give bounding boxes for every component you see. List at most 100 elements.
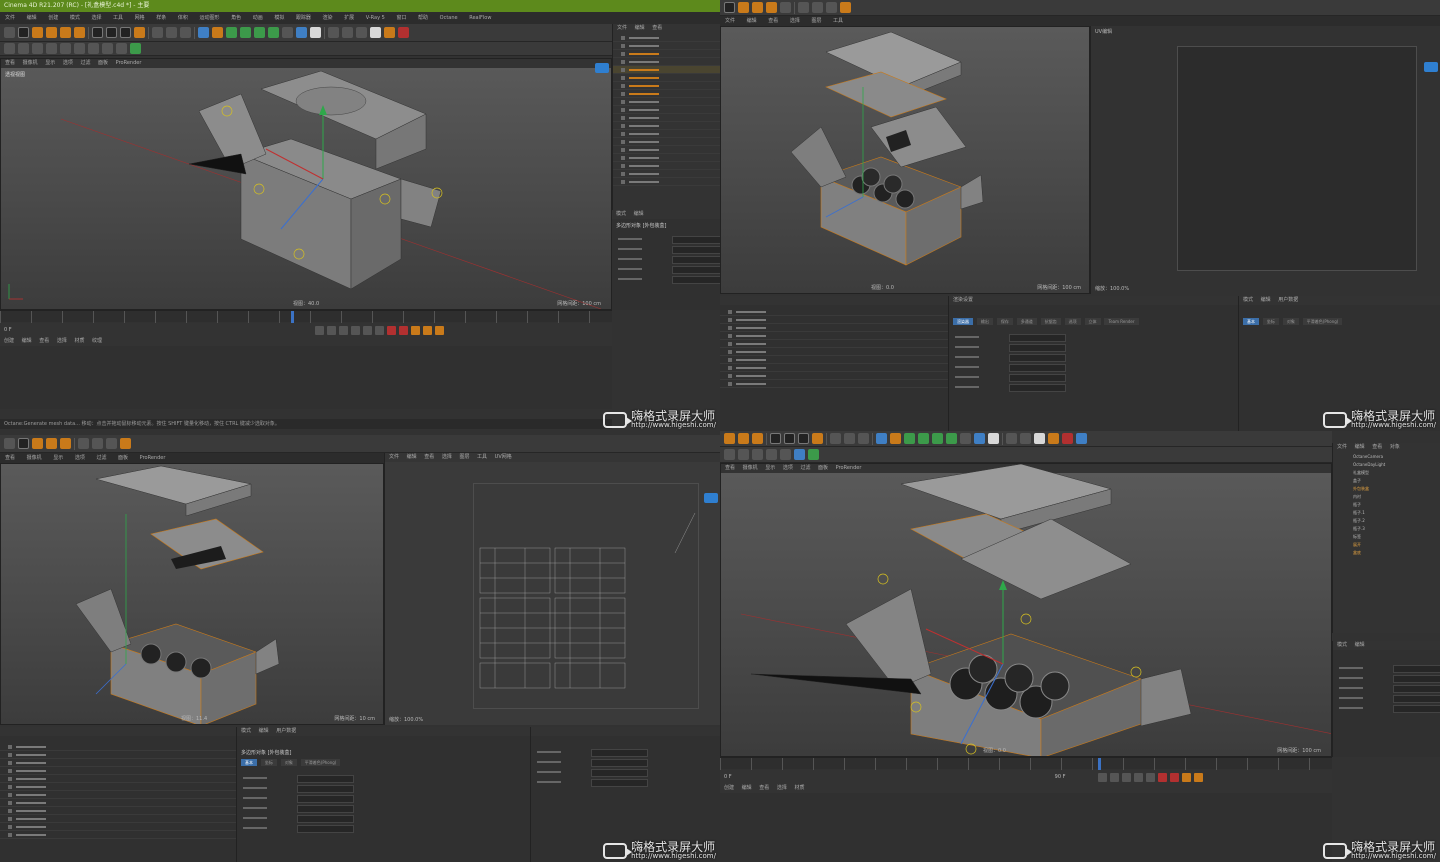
object-row[interactable] bbox=[613, 170, 720, 178]
end-frame-field[interactable]: 90 F bbox=[1055, 774, 1066, 780]
om-menu-item[interactable]: 文件 bbox=[617, 25, 627, 31]
am-menu-item[interactable]: 编辑 bbox=[259, 728, 269, 734]
layer-row[interactable] bbox=[720, 348, 948, 356]
cube-icon[interactable] bbox=[198, 27, 209, 38]
menu-item[interactable]: 体积 bbox=[178, 15, 188, 21]
menu-item[interactable]: 渲染 bbox=[323, 15, 333, 21]
menu-item[interactable]: Octane bbox=[440, 15, 458, 21]
key-rotation-icon[interactable] bbox=[1194, 772, 1204, 782]
mat-menu-item[interactable]: 创建 bbox=[4, 338, 14, 344]
perspective-viewport[interactable]: 查看 摄像机 显示 选项 过滤 面板 ProRender 视图：0.0 网格间距… bbox=[720, 463, 1332, 757]
render-setting-row[interactable] bbox=[949, 353, 1238, 362]
object-row[interactable]: 盒底 bbox=[1353, 549, 1440, 557]
octane-material-icon[interactable] bbox=[342, 27, 353, 38]
octane-sun-icon[interactable] bbox=[384, 27, 395, 38]
octane-live-viewer-icon[interactable] bbox=[328, 27, 339, 38]
coordinate-row[interactable] bbox=[531, 748, 720, 757]
layer-row[interactable] bbox=[720, 332, 948, 340]
object-row[interactable]: 瓶子.2 bbox=[1353, 517, 1440, 525]
viewport-menu-item[interactable]: 显示 bbox=[53, 455, 63, 461]
octane-render-icon[interactable] bbox=[398, 27, 409, 38]
octane-sun-icon[interactable] bbox=[1048, 433, 1059, 444]
edges-mode-icon[interactable] bbox=[812, 2, 823, 13]
subdivision-icon[interactable] bbox=[226, 27, 237, 38]
scale-icon[interactable] bbox=[46, 27, 57, 38]
layer-row[interactable] bbox=[0, 823, 236, 831]
make-editable-icon[interactable] bbox=[724, 449, 735, 460]
undo-icon[interactable] bbox=[4, 438, 15, 449]
coordinate-system-icon[interactable] bbox=[134, 27, 145, 38]
menu-item[interactable]: 跟踪器 bbox=[296, 15, 311, 21]
attribute-row[interactable] bbox=[612, 245, 720, 254]
layer-row[interactable] bbox=[0, 791, 236, 799]
solo-icon[interactable] bbox=[130, 43, 141, 54]
am-menu-item[interactable]: 模式 bbox=[1243, 297, 1253, 303]
render-setting-row[interactable] bbox=[949, 363, 1238, 372]
key-position-icon[interactable] bbox=[1182, 772, 1192, 782]
key-rotation-icon[interactable] bbox=[422, 325, 432, 335]
attribute-row[interactable] bbox=[237, 784, 530, 793]
layer-row[interactable] bbox=[0, 775, 236, 783]
render-setting-row[interactable] bbox=[949, 373, 1238, 382]
render-tab[interactable]: 选项 bbox=[1064, 318, 1081, 325]
object-row[interactable] bbox=[613, 82, 720, 90]
go-to-start-icon[interactable] bbox=[1098, 772, 1108, 782]
next-key-icon[interactable] bbox=[1134, 772, 1144, 782]
layer-row[interactable] bbox=[0, 743, 236, 751]
mat-menu-item[interactable]: 纹理 bbox=[92, 338, 102, 344]
menu-item[interactable]: 图层 bbox=[811, 18, 821, 24]
menu-item[interactable]: 查看 bbox=[768, 18, 778, 24]
object-row[interactable] bbox=[613, 42, 720, 50]
go-to-end-icon[interactable] bbox=[374, 325, 384, 335]
viewport-menu-item[interactable]: 面板 bbox=[118, 455, 128, 461]
playhead[interactable] bbox=[1098, 758, 1101, 770]
layer-row[interactable] bbox=[0, 815, 236, 823]
previous-key-icon[interactable] bbox=[326, 325, 336, 335]
layer-row[interactable] bbox=[0, 831, 236, 839]
pen-icon[interactable] bbox=[890, 433, 901, 444]
layer-row[interactable] bbox=[720, 372, 948, 380]
menu-item[interactable]: 创建 bbox=[48, 15, 58, 21]
render-tab[interactable]: 立体 bbox=[1084, 318, 1101, 325]
solo-icon[interactable] bbox=[808, 449, 819, 460]
auto-key-icon[interactable] bbox=[1170, 772, 1180, 782]
z-axis-icon[interactable] bbox=[798, 433, 809, 444]
am-menu-item[interactable]: 编辑 bbox=[1355, 642, 1365, 648]
am-menu-item[interactable]: 用户数据 bbox=[276, 728, 296, 734]
mat-menu-item[interactable]: 选择 bbox=[777, 785, 787, 791]
layer-row[interactable] bbox=[0, 751, 236, 759]
menu-item[interactable]: 网格 bbox=[135, 15, 145, 21]
key-position-icon[interactable] bbox=[410, 325, 420, 335]
menu-item[interactable]: 样条 bbox=[156, 15, 166, 21]
am-menu-item[interactable]: 编辑 bbox=[1261, 297, 1271, 303]
attribute-tab[interactable]: 对象 bbox=[280, 759, 297, 766]
mat-menu-item[interactable]: 材质 bbox=[794, 785, 804, 791]
octane-badge-icon[interactable] bbox=[1424, 62, 1438, 72]
render-tab[interactable]: 保存 bbox=[996, 318, 1013, 325]
layer-row[interactable] bbox=[0, 807, 236, 815]
record-icon[interactable] bbox=[386, 325, 396, 335]
object-row[interactable] bbox=[613, 154, 720, 162]
play-icon[interactable] bbox=[1122, 772, 1132, 782]
object-row[interactable]: 展开 bbox=[1353, 541, 1440, 549]
menu-item[interactable]: 角色 bbox=[231, 15, 241, 21]
render-setting-row[interactable] bbox=[949, 383, 1238, 392]
coordinate-row[interactable] bbox=[531, 768, 720, 777]
texture-mode-icon[interactable] bbox=[32, 43, 43, 54]
coordinate-row[interactable] bbox=[531, 758, 720, 767]
playhead[interactable] bbox=[291, 311, 294, 323]
go-to-start-icon[interactable] bbox=[314, 325, 324, 335]
menu-item[interactable]: 工具 bbox=[833, 18, 843, 24]
deformer-icon[interactable] bbox=[932, 433, 943, 444]
scale-icon[interactable] bbox=[752, 2, 763, 13]
coordinate-system-icon[interactable] bbox=[812, 433, 823, 444]
render-tab[interactable]: 多通道 bbox=[1016, 318, 1037, 325]
move-icon[interactable] bbox=[32, 27, 43, 38]
axis-mode-icon[interactable] bbox=[88, 43, 99, 54]
perspective-viewport[interactable]: 视图：11.4 网格间距：10 cm bbox=[0, 463, 384, 725]
previous-key-icon[interactable] bbox=[1110, 772, 1120, 782]
octane-settings-icon[interactable] bbox=[1076, 433, 1087, 444]
attribute-tab[interactable]: 平滑着色(Phong) bbox=[1302, 318, 1343, 325]
z-axis-icon[interactable] bbox=[120, 27, 131, 38]
object-row[interactable] bbox=[613, 74, 720, 82]
